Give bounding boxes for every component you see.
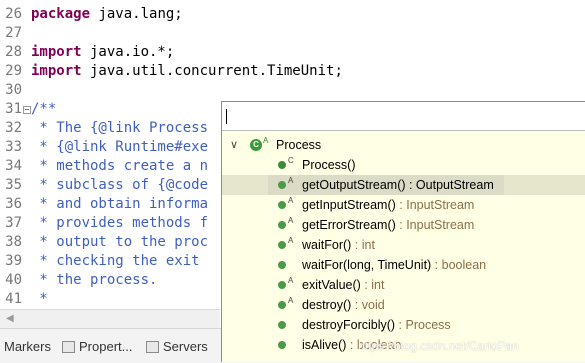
line-number: 40 [5, 272, 22, 288]
line-number: 38 [5, 234, 22, 250]
return-type: : void [351, 298, 385, 312]
public-method-icon [278, 221, 286, 229]
chevron-down-icon[interactable]: ∨ [230, 135, 238, 155]
watermark: https://blog.csdn.net/CarloPan [358, 339, 519, 353]
code-text: * [31, 291, 48, 307]
code-text: * the process. [31, 272, 158, 288]
code-text: /** [31, 101, 57, 117]
outline-item-label: destroyForcibly() : Process [302, 318, 451, 332]
outline-item[interactable]: destroyForcibly() : Process [222, 315, 585, 335]
outline-item-label: exitValue() : int [302, 278, 385, 292]
code-text: package java.lang; [31, 6, 183, 22]
outline-item[interactable]: AgetInputStream() : InputStream [222, 195, 585, 215]
outline-item[interactable]: Adestroy() : void [222, 295, 585, 315]
fold-toggle-icon[interactable] [23, 106, 31, 114]
outline-item[interactable]: AexitValue() : int [222, 275, 585, 295]
outline-item-label: destroy() : void [302, 298, 385, 312]
servers-icon [146, 341, 159, 353]
outline-root-label: Process [276, 138, 322, 152]
code-text: import java.util.concurrent.TimeUnit; [31, 63, 343, 79]
line-number: 26 [5, 6, 22, 22]
code-text: * output to the proc [31, 234, 209, 250]
abstract-badge: A [288, 216, 294, 225]
outline-item-label: Process() [302, 158, 356, 172]
code-line[interactable]: 27 [0, 24, 585, 43]
abstract-badge: A [288, 276, 294, 285]
code-line[interactable]: 30 [0, 81, 585, 100]
code-line[interactable]: 26 package java.lang; [0, 5, 585, 24]
tab-label: Propert... [79, 339, 133, 354]
return-type: : int [351, 238, 375, 252]
code-text: * subclass of {@code [31, 177, 209, 193]
return-type: : Process [395, 318, 451, 332]
outline-item-label: waitFor() : int [302, 238, 375, 252]
code-text: * checking the exit [31, 253, 209, 269]
code-text: * The {@link Process [31, 120, 209, 136]
public-method-icon [278, 181, 286, 189]
line-number: 31 [5, 101, 22, 117]
outline-item-label: getOutputStream() : OutputStream [302, 178, 494, 192]
return-type: : OutputStream [405, 178, 494, 192]
outline-item[interactable]: AgetOutputStream() : OutputStream [222, 175, 585, 195]
tab-markers[interactable]: Markers [4, 338, 51, 356]
public-method-icon [278, 341, 286, 349]
public-method-icon [278, 281, 286, 289]
line-number: 30 [5, 82, 22, 98]
line-number: 27 [5, 25, 22, 41]
code-text: * {@link Runtime#exe [31, 139, 209, 155]
tab-propert[interactable]: Propert... [62, 338, 132, 356]
abstract-badge: A [288, 176, 294, 185]
line-number: 35 [5, 177, 22, 193]
line-number: 37 [5, 215, 22, 231]
tab-label: Markers [4, 339, 51, 354]
line-number: 32 [5, 120, 22, 136]
code-text: import java.io.*; [31, 44, 175, 60]
outline-item-label: waitFor(long, TimeUnit) : boolean [302, 258, 487, 272]
outline-root-process[interactable]: ∨ C A Process [222, 135, 585, 155]
code-line[interactable]: 29 import java.util.concurrent.TimeUnit; [0, 62, 585, 81]
properties-icon [62, 341, 75, 353]
outline-item[interactable]: AgetErrorStream() : InputStream [222, 215, 585, 235]
line-number: 36 [5, 196, 22, 212]
code-line[interactable]: 28 import java.io.*; [0, 43, 585, 62]
code-text: * and obtain informa [31, 196, 209, 212]
code-text: * methods create a n [31, 158, 209, 174]
line-number: 41 [5, 291, 22, 307]
return-type: : boolean [431, 258, 487, 272]
tab-servers[interactable]: Servers [146, 338, 208, 356]
outline-item[interactable]: waitFor(long, TimeUnit) : boolean [222, 255, 585, 275]
return-type: : int [360, 278, 385, 292]
line-number: 33 [5, 139, 22, 155]
scroll-left-icon[interactable]: ◀ [6, 313, 14, 324]
constructor-badge: C [288, 156, 294, 165]
outline-item-label: getInputStream() : InputStream [302, 198, 475, 212]
constructor-icon [278, 161, 286, 169]
return-type: : InputStream [395, 218, 475, 232]
quick-outline-popup: ∨ C A Process C Process() AgetOutputStream() :… [221, 101, 585, 362]
code-text: * provides methods f [31, 215, 209, 231]
line-number: 34 [5, 158, 22, 174]
line-number: 29 [5, 63, 22, 79]
outline-item[interactable]: AwaitFor() : int [222, 235, 585, 255]
return-type: : InputStream [395, 198, 475, 212]
outline-item[interactable]: C Process() [222, 155, 585, 175]
outline-item-label: getErrorStream() : InputStream [302, 218, 475, 232]
line-number: 39 [5, 253, 22, 269]
tab-label: Servers [163, 339, 208, 354]
abstract-badge: A [263, 136, 269, 145]
line-number: 28 [5, 44, 22, 60]
public-method-icon [278, 241, 286, 249]
public-method-icon [278, 261, 286, 269]
text-caret [226, 109, 227, 124]
abstract-badge: A [288, 196, 294, 205]
horizontal-scrollbar[interactable]: ◀ [0, 309, 220, 328]
outline-filter-input[interactable] [222, 102, 585, 131]
class-icon: C [250, 139, 262, 151]
abstract-badge: A [288, 296, 294, 305]
abstract-badge: A [288, 236, 294, 245]
public-method-icon [278, 301, 286, 309]
public-method-icon [278, 201, 286, 209]
public-method-icon [278, 321, 286, 329]
